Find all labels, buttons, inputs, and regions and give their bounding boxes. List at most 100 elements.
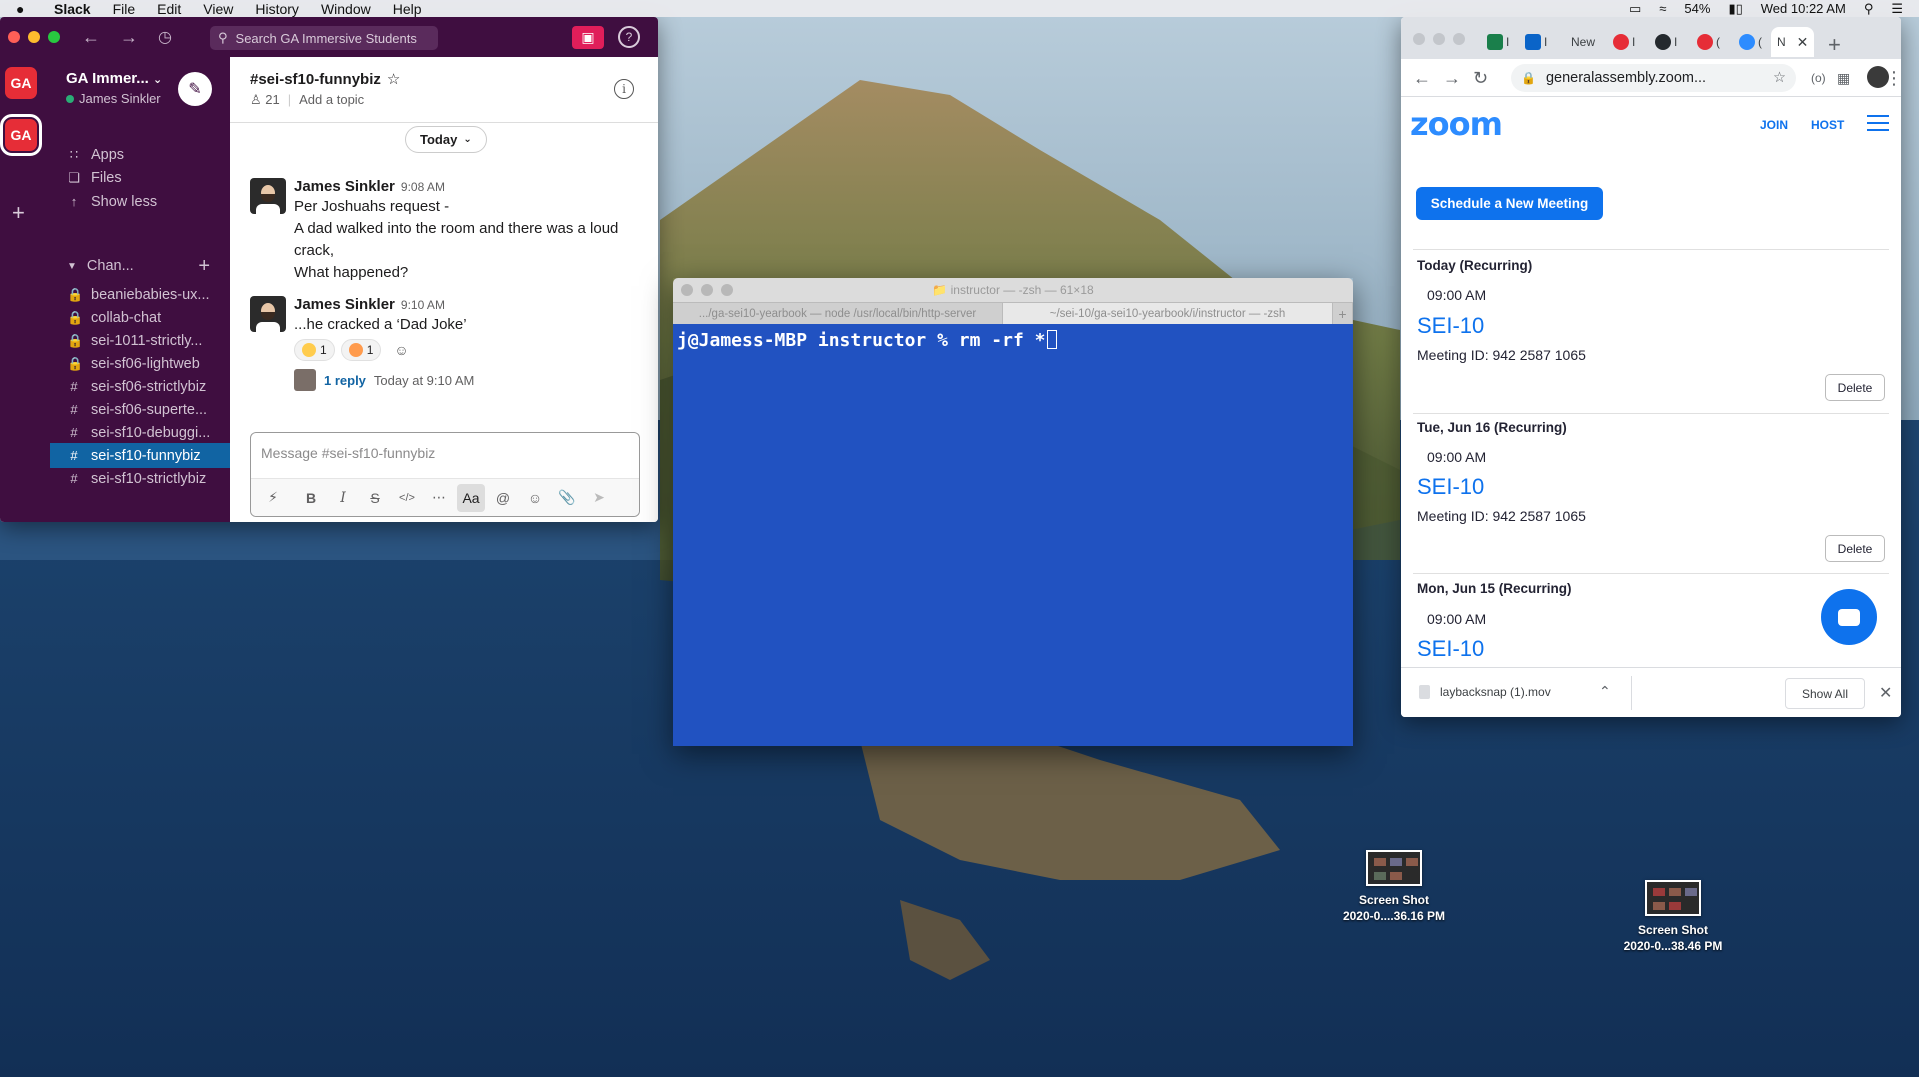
meeting-topic-link[interactable]: SEI-10 — [1417, 636, 1484, 662]
sidebar-item-show-less[interactable]: ↑ Show less — [50, 189, 230, 214]
close-tab-icon[interactable]: ✕ — [1797, 34, 1809, 51]
address-bar[interactable]: 🔒 generalassembly.zoom... ☆ — [1511, 64, 1796, 92]
message-author[interactable]: James Sinkler — [294, 178, 395, 195]
new-tab-plus-icon[interactable]: + — [1333, 303, 1353, 324]
menu-history[interactable]: History — [255, 1, 299, 17]
sidebar-channel[interactable]: 🔒 sei-1011-strictly... — [50, 328, 230, 353]
current-user[interactable]: James Sinkler — [66, 91, 161, 106]
add-channel-icon[interactable]: + — [198, 255, 210, 278]
message-composer[interactable]: Message #sei-sf10-funnybiz ⚡ B I S </> ⋯… — [250, 432, 640, 517]
compose-icon[interactable]: ✎ — [178, 72, 212, 106]
thread-reply-link[interactable]: 1 reply — [324, 373, 366, 388]
terminal-content[interactable]: j@Jamess-MBP instructor % rm -rf * — [673, 324, 1353, 746]
emoji-icon[interactable]: ☺ — [521, 484, 549, 512]
schedule-meeting-button[interactable]: Schedule a New Meeting — [1416, 187, 1603, 220]
zoom-window-button[interactable] — [48, 31, 60, 43]
zoom-window-button[interactable] — [1453, 33, 1465, 45]
hamburger-menu-icon[interactable] — [1867, 115, 1889, 136]
message-time[interactable]: 9:10 AM — [401, 298, 445, 312]
message-author[interactable]: James Sinkler — [294, 296, 395, 313]
chat-bubble-icon[interactable] — [1821, 589, 1877, 645]
minimize-window-button[interactable] — [1433, 33, 1445, 45]
reload-icon[interactable]: ↻ — [1473, 68, 1488, 89]
menu-edit[interactable]: Edit — [157, 1, 181, 17]
minimize-window-button[interactable] — [28, 31, 40, 43]
bold-icon[interactable]: B — [297, 484, 325, 512]
desktop-file-screenshot[interactable]: Screen Shot 2020-0....36.16 PM — [1314, 850, 1474, 924]
meeting-topic-link[interactable]: SEI-10 — [1417, 474, 1484, 500]
browser-tab[interactable]: ( — [1739, 27, 1762, 57]
strikethrough-icon[interactable]: S — [361, 484, 389, 512]
star-icon[interactable]: ☆ — [387, 70, 400, 88]
browser-tab-active[interactable]: N ✕ — [1771, 27, 1815, 57]
wifi-icon[interactable]: ≈ — [1659, 1, 1666, 16]
attachment-paperclip-icon[interactable]: 📎 — [553, 484, 581, 512]
help-icon[interactable]: ? — [618, 26, 640, 48]
gift-icon[interactable]: ▣ — [572, 26, 604, 49]
forward-arrow-icon[interactable]: → — [120, 27, 138, 48]
italic-icon[interactable]: I — [329, 484, 357, 512]
join-link[interactable]: JOIN — [1760, 118, 1788, 132]
avatar[interactable] — [250, 296, 286, 332]
slack-search-bar[interactable]: ⚲ Search GA Immersive Students — [210, 26, 438, 50]
host-link[interactable]: HOST — [1811, 118, 1844, 132]
sidebar-channel[interactable]: # sei-sf10-strictlybiz — [50, 466, 230, 491]
reaction-pill[interactable]: 1 — [340, 339, 382, 361]
browser-tab[interactable]: New — [1571, 27, 1595, 57]
terminal-tab[interactable]: .../ga-sei10-yearbook — node /usr/local/… — [673, 303, 1003, 324]
sidebar-channel[interactable]: 🔒 beaniebabies-ux... — [50, 282, 230, 307]
menu-clock[interactable]: Wed 10:22 AM — [1761, 1, 1846, 16]
extension-icon[interactable]: (o) — [1811, 71, 1826, 85]
browser-tab[interactable]: I — [1655, 27, 1677, 57]
sidebar-channel[interactable]: # sei-sf10-debuggi... — [50, 420, 230, 445]
reaction-pill[interactable]: 1 — [294, 339, 335, 361]
format-toggle-button[interactable]: Aa — [457, 483, 485, 512]
lock-icon[interactable]: 🔒 — [1521, 71, 1536, 85]
day-divider-pill[interactable]: Today ⌄ — [405, 126, 487, 153]
workspace-ga-icon[interactable]: GA — [5, 67, 37, 99]
browser-tab[interactable]: I — [1525, 27, 1547, 57]
back-arrow-icon[interactable]: ← — [82, 27, 100, 48]
mention-icon[interactable]: @ — [489, 484, 517, 512]
browser-tab[interactable]: I — [1613, 27, 1635, 57]
new-tab-plus-icon[interactable]: + — [1828, 32, 1841, 58]
history-clock-icon[interactable]: ◷ — [158, 27, 172, 47]
menu-help[interactable]: Help — [393, 1, 422, 17]
battery-icon[interactable]: ▮▯ — [1728, 1, 1742, 17]
sidebar-channel-selected[interactable]: # sei-sf10-funnybiz — [50, 443, 230, 468]
info-icon[interactable]: i — [614, 79, 634, 99]
forward-arrow-icon[interactable]: → — [1443, 68, 1461, 89]
add-topic-link[interactable]: Add a topic — [299, 92, 364, 108]
back-arrow-icon[interactable]: ← — [1413, 68, 1431, 89]
sidebar-channel[interactable]: 🔒 sei-sf06-lightweb — [50, 351, 230, 376]
download-item[interactable]: laybacksnap (1).mov — [1419, 685, 1551, 699]
desktop-file-screenshot[interactable]: Screen Shot 2020-0...38.46 PM — [1593, 880, 1753, 954]
workspace-ga-students-icon[interactable]: GA — [0, 114, 42, 156]
zoom-logo[interactable]: zoom — [1410, 105, 1503, 143]
add-workspace-icon[interactable]: + — [12, 200, 25, 226]
close-window-button[interactable] — [1413, 33, 1425, 45]
delete-meeting-button[interactable]: Delete — [1825, 374, 1885, 401]
channels-section-header[interactable]: ▼ Chan... + — [50, 254, 230, 278]
member-count[interactable]: ♙ 21 — [250, 92, 280, 108]
more-formatting-icon[interactable]: ⋯ — [425, 484, 453, 512]
sidebar-item-files[interactable]: ❏ Files — [50, 165, 230, 190]
message-input[interactable]: Message #sei-sf10-funnybiz — [261, 445, 435, 461]
delete-meeting-button[interactable]: Delete — [1825, 535, 1885, 562]
spotlight-search-icon[interactable]: ⚲ — [1864, 1, 1874, 17]
close-icon[interactable]: ✕ — [1879, 683, 1892, 703]
workspace-name[interactable]: GA Immer... ⌄ — [66, 70, 162, 87]
chevron-up-icon[interactable]: ⌃ — [1599, 683, 1611, 700]
show-all-downloads-button[interactable]: Show All — [1785, 678, 1865, 709]
sidebar-channel[interactable]: # sei-sf06-superte... — [50, 397, 230, 422]
browser-tab[interactable]: ( — [1697, 27, 1720, 57]
notification-center-icon[interactable]: ☰ — [1891, 1, 1903, 17]
menu-view[interactable]: View — [203, 1, 233, 17]
sidebar-item-apps[interactable]: ∷ Apps — [50, 142, 230, 167]
shortcuts-lightning-icon[interactable]: ⚡ — [259, 484, 287, 512]
sidebar-channel[interactable]: 🔒 collab-chat — [50, 305, 230, 330]
avatar[interactable] — [250, 178, 286, 214]
browser-tab[interactable]: I — [1487, 27, 1509, 57]
airplay-icon[interactable]: ▭ — [1629, 1, 1641, 17]
add-reaction-icon[interactable]: ☺ — [387, 339, 416, 361]
